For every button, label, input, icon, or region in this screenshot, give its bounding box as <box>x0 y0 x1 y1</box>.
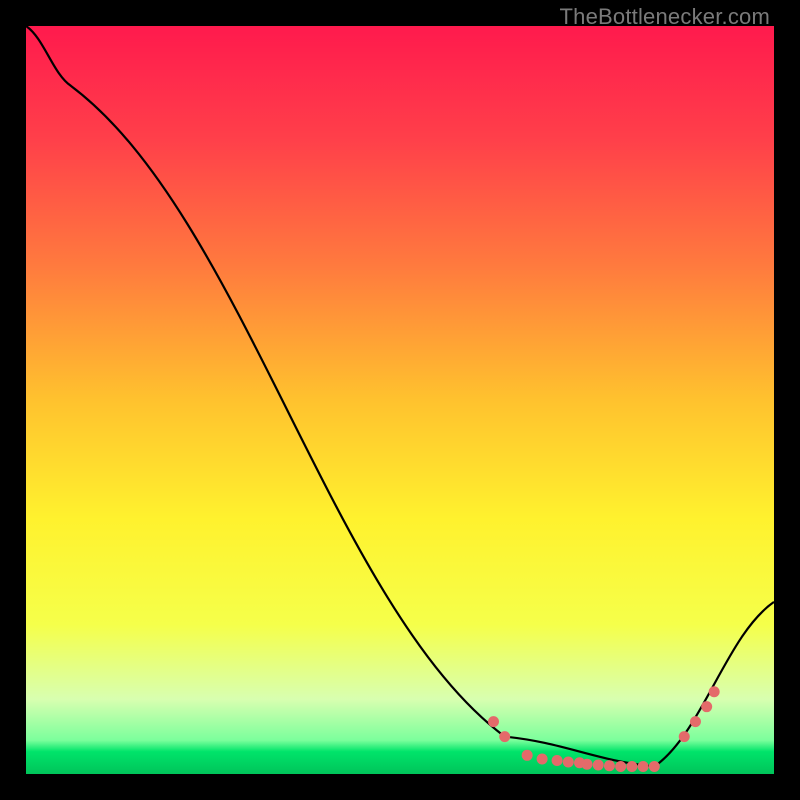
marker-point <box>701 701 712 712</box>
marker-point <box>488 716 499 727</box>
marker-point <box>537 754 548 765</box>
marker-point <box>649 761 660 772</box>
marker-point <box>499 731 510 742</box>
marker-point <box>690 716 701 727</box>
chart-svg <box>26 26 774 774</box>
marker-point <box>709 686 720 697</box>
marker-point <box>604 760 615 771</box>
marker-point <box>679 731 690 742</box>
marker-point <box>626 761 637 772</box>
chart-frame <box>26 26 774 774</box>
marker-point <box>522 750 533 761</box>
marker-point <box>563 757 574 768</box>
marker-point <box>552 755 563 766</box>
marker-point <box>582 759 593 770</box>
marker-point <box>593 760 604 771</box>
chart-background-gradient <box>26 26 774 774</box>
marker-point <box>615 761 626 772</box>
marker-point <box>638 761 649 772</box>
